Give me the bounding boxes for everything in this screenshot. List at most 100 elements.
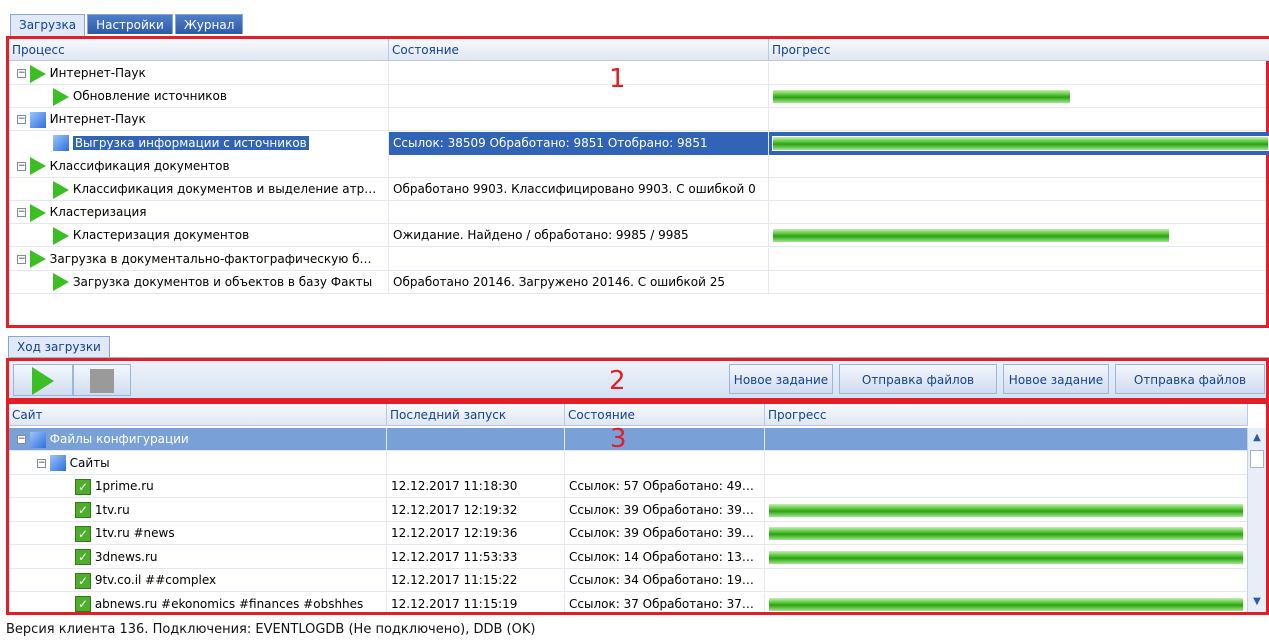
stop-button[interactable] <box>73 364 131 396</box>
process-progress-cell <box>769 62 1269 85</box>
column-header-site-state[interactable]: Состояние <box>565 404 765 426</box>
process-progress-cell <box>769 248 1269 271</box>
site-name-cell: − Сайты <box>9 451 387 475</box>
vertical-scrollbar[interactable]: ▲ ▼ <box>1247 428 1266 612</box>
process-row[interactable]: − Интернет-Паук <box>9 108 1266 132</box>
tab-nastroyki[interactable]: Настройки <box>87 14 173 34</box>
start-button[interactable] <box>13 364 73 396</box>
checkbox-checked-icon[interactable]: ✓ <box>75 525 91 542</box>
collapse-icon[interactable]: − <box>17 115 26 125</box>
process-progress-cell <box>769 201 1269 224</box>
process-name-cell: Загрузка документов и объектов в базу Фа… <box>9 270 389 294</box>
collapse-icon[interactable]: − <box>17 161 26 171</box>
site-row[interactable]: ✓ 1tv.ru #news 12.12.2017 12:19:36 Ссылок:… <box>9 522 1248 545</box>
site-state: Ссылок: 34 Обработано: 19… <box>565 569 765 592</box>
site-row[interactable]: ✓ abnews.ru #ekonomics #finances #obshhe… <box>9 592 1248 612</box>
site-name: Файлы конфигурации <box>49 432 189 446</box>
top-tab-strip: Загрузка Настройки Журнал <box>0 0 1269 36</box>
progress-bar <box>769 550 1243 564</box>
site-last-run <box>387 451 565 475</box>
site-state: Ссылок: 57 Обработано: 49… <box>565 475 765 498</box>
checkbox-checked-icon[interactable]: ✓ <box>75 549 91 565</box>
checkbox-checked-icon[interactable]: ✓ <box>75 502 91 518</box>
site-state: Ссылок: 37 Обработано: 37… <box>565 592 765 612</box>
site-row[interactable]: ✓ 1prime.ru 12.12.2017 11:18:30 Ссылок: 57… <box>9 475 1248 498</box>
site-name-cell: ✓ 1tv.ru #news <box>9 522 387 545</box>
site-state: Ссылок: 14 Обработано: 13… <box>565 545 765 569</box>
process-row[interactable]: Обновление источников <box>9 85 1266 109</box>
site-name: 1tv.ru #news <box>94 526 175 540</box>
column-header-progress[interactable]: Прогресс <box>769 39 1269 61</box>
stopped-process-icon <box>49 455 66 471</box>
column-header-last-run[interactable]: Последний запуск <box>387 404 565 426</box>
site-row[interactable]: ✓ 9tv.co.il ##complex 12.12.2017 11:15:22… <box>9 569 1248 592</box>
lower-tab-strip: Ход загрузки <box>8 336 112 358</box>
process-row[interactable]: Классификация документов и выделение атр… <box>9 178 1266 201</box>
scroll-down-icon[interactable]: ▼ <box>1250 596 1264 610</box>
column-header-site-progress[interactable]: Прогресс <box>765 404 1248 426</box>
stop-icon <box>90 369 114 393</box>
site-name: 9tv.co.il ##complex <box>94 573 217 587</box>
site-last-run: 12.12.2017 11:15:19 <box>387 592 565 612</box>
scroll-thumb[interactable] <box>1250 450 1264 468</box>
play-icon <box>53 180 69 199</box>
collapse-icon[interactable]: − <box>17 69 26 78</box>
site-state: Ссылок: 39 Обработано: 39… <box>565 522 765 545</box>
column-header-site[interactable]: Сайт <box>9 404 387 426</box>
process-row[interactable]: Выгрузка информации с источников Ссылок: … <box>9 131 1269 155</box>
stopped-process-icon <box>29 111 46 128</box>
progress-bar <box>769 597 1243 611</box>
column-header-state[interactable]: Состояние <box>389 39 769 61</box>
new-task-button-1[interactable]: Новое задание <box>729 364 833 394</box>
site-row[interactable]: − Сайты <box>9 451 1248 475</box>
checkbox-checked-icon[interactable]: ✓ <box>75 478 91 495</box>
checkbox-checked-icon[interactable]: ✓ <box>75 572 91 589</box>
scroll-up-icon[interactable]: ▲ <box>1250 432 1264 446</box>
process-name-cell: Выгрузка информации с источников <box>9 131 389 155</box>
send-files-button-2[interactable]: Отправка файлов <box>1115 364 1265 394</box>
process-row[interactable]: − Кластеризация <box>9 201 1269 225</box>
new-task-button-2[interactable]: Новое задание <box>1003 364 1109 394</box>
process-state: Обработано 20146. Загружено 20146. С оши… <box>389 270 769 294</box>
process-row[interactable]: − Загрузка в документально-фактографичес… <box>9 247 1269 271</box>
process-name-cell: − Интернет-Паук <box>9 108 389 132</box>
process-row[interactable]: Кластеризация документов Ожидание. Найден… <box>9 224 1266 248</box>
site-name-cell: ✓ 3dnews.ru <box>9 545 387 569</box>
process-name-cell: Классификация документов и выделение атр… <box>9 178 389 201</box>
site-name-cell: ✓ 1prime.ru <box>9 475 387 498</box>
collapse-icon[interactable]: − <box>17 208 26 218</box>
process-progress-cell <box>769 271 1269 294</box>
play-icon <box>29 203 46 222</box>
process-row[interactable]: − Классификация документов <box>9 154 1266 178</box>
process-name: Загрузка в документально-фактографическу… <box>49 251 372 266</box>
process-row[interactable]: Загрузка документов и объектов в базу Фа… <box>9 270 1269 294</box>
site-name: 1tv.ru <box>94 502 130 517</box>
process-state <box>389 247 769 271</box>
column-header-process[interactable]: Процесс <box>9 39 389 61</box>
collapse-icon[interactable]: − <box>37 458 46 468</box>
send-files-button-1[interactable]: Отправка файлов <box>839 364 997 394</box>
process-row[interactable]: − Интернет-Паук <box>9 62 1266 85</box>
progress-bar <box>772 135 1269 151</box>
tab-hod-zagruzki[interactable]: Ход загрузки <box>8 336 110 358</box>
tab-zhurnal[interactable]: Журнал <box>174 14 244 34</box>
process-name: Кластеризация документов <box>72 228 250 243</box>
play-icon <box>53 226 69 245</box>
play-icon <box>29 64 46 83</box>
process-name-cell: − Загрузка в документально-фактографичес… <box>9 247 389 271</box>
site-row[interactable]: ✓ 3dnews.ru 12.12.2017 11:53:33 Ссылок: 14… <box>9 545 1248 569</box>
process-state: Обработано 9903. Классифицировано 9903. … <box>389 178 769 201</box>
tab-zagruzka[interactable]: Загрузка <box>10 14 86 36</box>
site-last-run: 12.12.2017 11:15:22 <box>387 569 565 592</box>
checkbox-checked-icon[interactable]: ✓ <box>75 596 91 612</box>
site-row[interactable]: ✓ 1tv.ru 12.12.2017 12:19:32 Ссылок: 39 Об… <box>9 498 1248 522</box>
marker-3: 3 <box>610 424 627 454</box>
process-name: Выгрузка информации с источников <box>71 134 310 151</box>
stopped-process-icon <box>53 135 69 152</box>
site-grid: Сайт Последний запуск Состояние Прогресс… <box>6 401 1269 615</box>
collapse-icon[interactable]: − <box>17 435 26 444</box>
site-row[interactable]: − Файлы конфигурации <box>9 428 1248 451</box>
process-name-cell: Кластеризация документов <box>9 224 389 248</box>
collapse-icon[interactable]: − <box>17 254 26 264</box>
stopped-process-icon <box>29 431 46 448</box>
